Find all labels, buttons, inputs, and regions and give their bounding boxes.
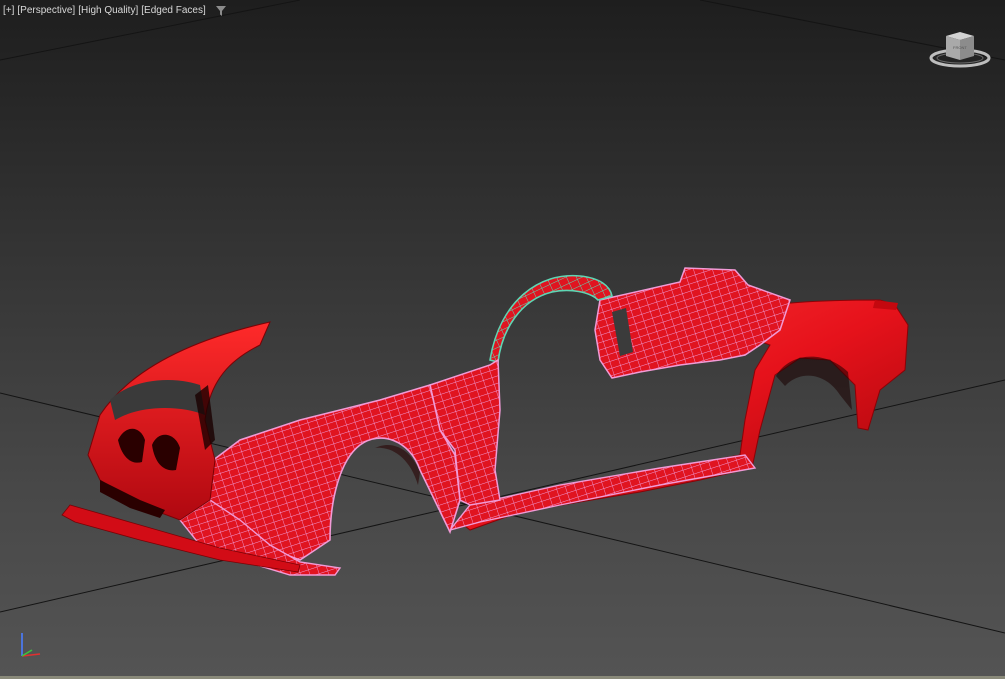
selected-arch-element[interactable] [489, 274, 613, 363]
viewport-shading-menu[interactable]: [High Quality] [78, 4, 138, 18]
car-body-model[interactable] [61, 267, 909, 576]
scene-canvas[interactable] [0, 0, 1005, 679]
funnel-icon[interactable] [215, 5, 227, 17]
viewcube[interactable]: FRONT [928, 26, 992, 70]
perspective-viewport[interactable]: [+] [Perspective] [High Quality] [Edged … [0, 0, 1005, 679]
viewport-general-menu[interactable]: [+] [3, 4, 14, 18]
viewport-label-menu: [+] [Perspective] [High Quality] [Edged … [3, 4, 227, 18]
viewport-display-menu[interactable]: [Edged Faces] [141, 4, 205, 18]
viewport-point-of-view-menu[interactable]: [Perspective] [17, 4, 75, 18]
axis-tripod [21, 633, 41, 657]
viewcube-face-label: FRONT [953, 45, 967, 50]
